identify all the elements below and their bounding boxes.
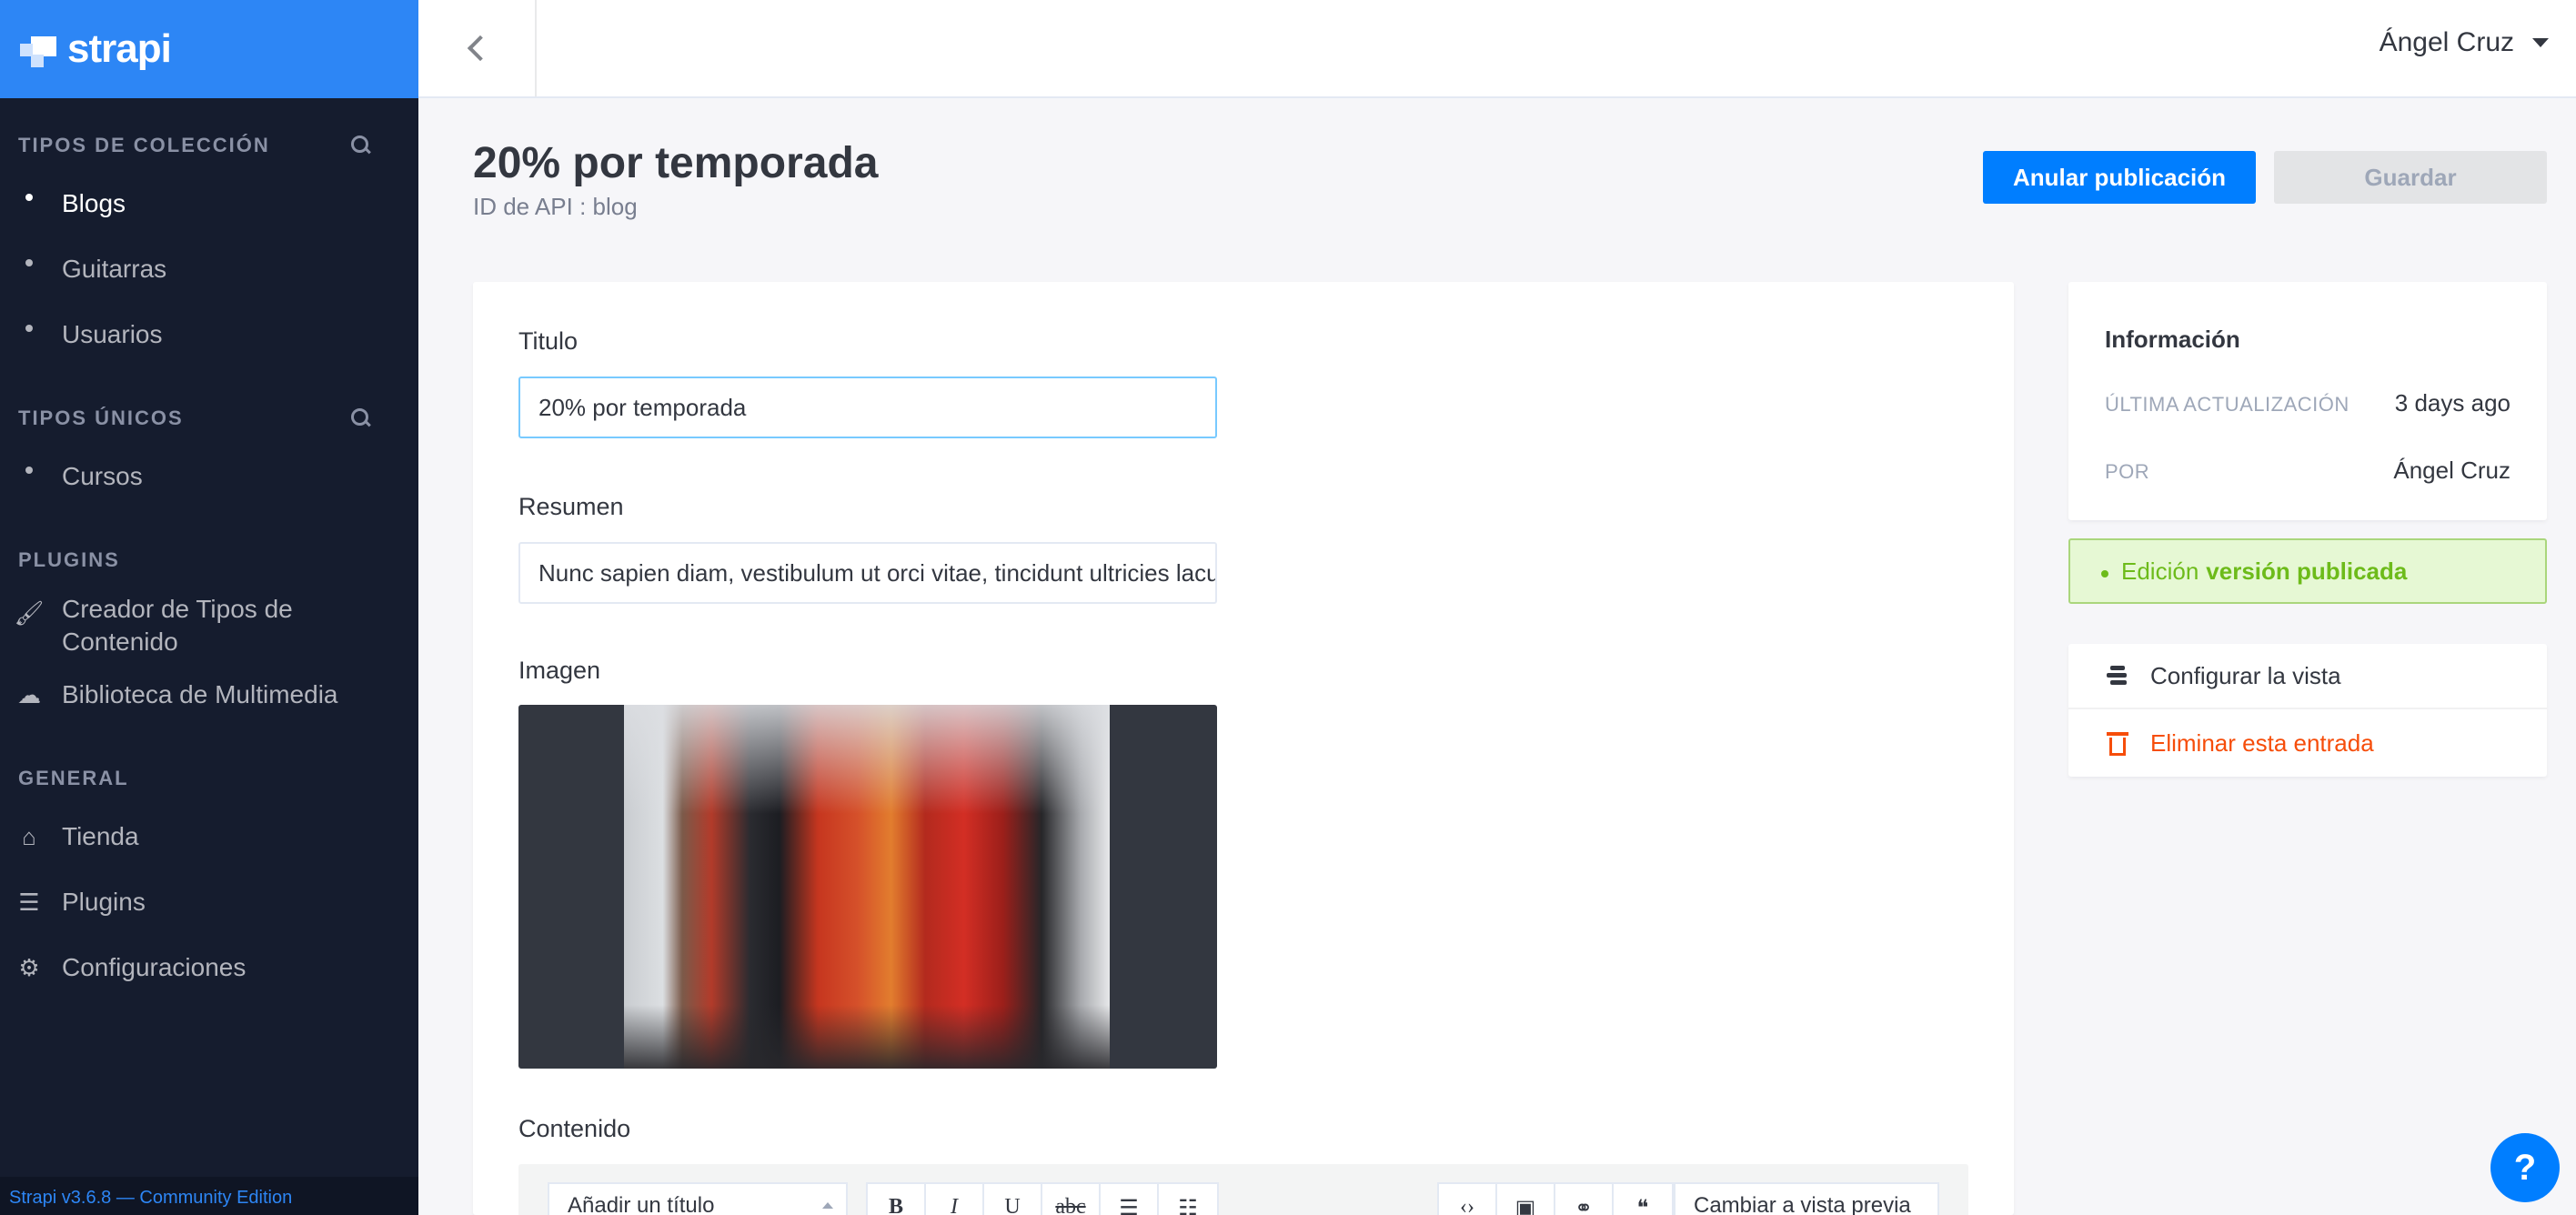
delete-entry-link[interactable]: Eliminar esta entrada	[2068, 710, 2547, 776]
sidebar-item-label: Cursos	[62, 462, 143, 490]
strapi-logo-icon	[20, 31, 56, 67]
resumen-input[interactable]: Nunc sapien diam, vestibulum ut orci vit…	[518, 542, 1217, 604]
layout-icon	[2105, 663, 2130, 688]
sidebar-item-usuarios[interactable]: Usuarios	[0, 302, 418, 367]
back-button[interactable]	[418, 0, 537, 96]
cloud-upload-icon: ☁	[17, 680, 41, 708]
api-id: ID de API : blog	[473, 193, 638, 220]
sidebar: strapi TIPOS DE COLECCIÓN Blogs Guitarra…	[0, 0, 418, 1215]
status-prefix: Edición	[2121, 557, 2199, 585]
last-update-key: ÚLTIMA ACTUALIZACIÓN	[2105, 393, 2350, 416]
status-value: versión publicada	[2206, 557, 2408, 585]
user-name: Ángel Cruz	[2379, 27, 2514, 57]
sidebar-item-plugins[interactable]: ☰ Plugins	[0, 869, 418, 935]
brand-header[interactable]: strapi	[0, 0, 418, 98]
contenido-label: Contenido	[518, 1115, 631, 1142]
user-menu[interactable]: Ángel Cruz	[2380, 27, 2549, 58]
titulo-input[interactable]: 20% por temporada	[518, 377, 1217, 438]
sidebar-item-label: Biblioteca de Multimedia	[62, 680, 338, 708]
sidebar-item-label: Plugins	[62, 888, 146, 916]
sidebar-item-label: Blogs	[62, 189, 126, 217]
sidebar-item-label: Usuarios	[62, 320, 163, 348]
trash-icon	[2105, 730, 2130, 756]
sidebar-item-label: Configuraciones	[62, 953, 247, 981]
bold-button[interactable]: B	[868, 1184, 926, 1215]
quote-icon[interactable]: ❝	[1614, 1184, 1672, 1215]
italic-button[interactable]: I	[926, 1184, 984, 1215]
image-icon[interactable]: ▣	[1497, 1184, 1555, 1215]
heading-select-value: Añadir un título	[568, 1193, 715, 1215]
info-card: Información ÚLTIMA ACTUALIZACIÓN 3 days …	[2068, 282, 2547, 520]
chevron-left-icon	[467, 35, 494, 62]
sidebar-item-label: Creador de Tipos de Contenido	[62, 595, 293, 656]
brand-name: strapi	[67, 26, 172, 71]
sidebar-item-media-library[interactable]: ☁ Biblioteca de Multimedia	[0, 662, 418, 728]
help-button[interactable]: ?	[2490, 1133, 2560, 1202]
section-title: PLUGINS	[18, 548, 120, 571]
collection-types-header: TIPOS DE COLECCIÓN	[0, 127, 418, 164]
bullet-list-icon[interactable]: ☰	[1101, 1184, 1159, 1215]
configure-view-label: Configurar la vista	[2150, 661, 2341, 689]
actions-card: Configurar la vista Eliminar esta entrad…	[2068, 644, 2547, 777]
sidebar-item-blogs[interactable]: Blogs	[0, 171, 418, 236]
strikethrough-button[interactable]: abc	[1042, 1184, 1101, 1215]
imagen-label: Imagen	[518, 657, 601, 684]
caret-down-icon	[2532, 38, 2549, 47]
sidebar-item-tienda[interactable]: ⌂ Tienda	[0, 804, 418, 869]
link-icon[interactable]: ⚭	[1555, 1184, 1614, 1215]
plugins-header: PLUGINS	[0, 542, 418, 578]
bullet-icon	[25, 259, 33, 266]
last-update-value: 3 days ago	[2394, 389, 2511, 417]
insert-tools: ‹› ▣ ⚭ ❝	[1437, 1182, 1674, 1215]
section-title: TIPOS ÚNICOS	[18, 407, 184, 429]
status-dot-icon	[2101, 570, 2108, 577]
list-icon: ☰	[18, 888, 40, 916]
sidebar-item-cursos[interactable]: Cursos	[0, 444, 418, 509]
unpublish-button[interactable]: Anular publicación	[1983, 151, 2256, 204]
edit-form: Titulo 20% por temporada Resumen Nunc sa…	[473, 282, 2014, 1215]
bullet-icon	[25, 325, 33, 332]
sidebar-item-label: Guitarras	[62, 255, 167, 283]
basket-icon: ⌂	[22, 822, 36, 850]
code-icon[interactable]: ‹›	[1439, 1184, 1497, 1215]
author-key: POR	[2105, 460, 2150, 483]
gear-icon: ⚙	[18, 953, 40, 981]
titulo-label: Titulo	[518, 327, 579, 355]
status-badge: Edición versión publicada	[2068, 538, 2547, 604]
sidebar-item-guitarras[interactable]: Guitarras	[0, 236, 418, 302]
configure-view-link[interactable]: Configurar la vista	[2068, 644, 2547, 709]
sidebar-item-configuraciones[interactable]: ⚙ Configuraciones	[0, 935, 418, 1000]
format-tools: B I U abc ☰ ☷	[866, 1182, 1219, 1215]
general-header: GENERAL	[0, 760, 418, 797]
delete-entry-label: Eliminar esta entrada	[2150, 728, 2374, 757]
guitars-image	[624, 705, 1110, 1069]
search-icon[interactable]	[351, 408, 371, 428]
paintbrush-icon: 🖌	[14, 599, 45, 627]
image-upload-preview[interactable]	[518, 705, 1217, 1069]
section-title: GENERAL	[18, 767, 129, 789]
info-title: Información	[2105, 326, 2240, 353]
page-title: 20% por temporada	[473, 139, 879, 187]
select-arrows-icon	[822, 1202, 833, 1209]
underline-button[interactable]: U	[984, 1184, 1042, 1215]
bullet-icon	[25, 194, 33, 201]
search-icon[interactable]	[351, 136, 371, 156]
sidebar-item-label: Tienda	[62, 822, 139, 850]
version-footer[interactable]: Strapi v3.6.8 — Community Edition	[0, 1177, 418, 1215]
preview-toggle-button[interactable]: Cambiar a vista previa	[1674, 1182, 1939, 1215]
bullet-icon	[25, 467, 33, 474]
save-button[interactable]: Guardar	[2274, 151, 2547, 204]
author-value: Ángel Cruz	[2393, 457, 2511, 484]
single-types-header: TIPOS ÚNICOS	[0, 400, 418, 437]
sidebar-item-content-type-builder[interactable]: 🖌 Creador de Tipos de Contenido	[0, 586, 418, 662]
wysiwyg-toolbar: Añadir un título B I U abc ☰ ☷ ‹› ▣ ⚭ ❝ …	[518, 1164, 1968, 1215]
heading-select[interactable]: Añadir un título	[548, 1182, 848, 1215]
section-title: TIPOS DE COLECCIÓN	[18, 134, 270, 156]
numbered-list-icon[interactable]: ☷	[1159, 1184, 1217, 1215]
resumen-label: Resumen	[518, 493, 624, 520]
top-bar: Ángel Cruz	[418, 0, 2576, 98]
